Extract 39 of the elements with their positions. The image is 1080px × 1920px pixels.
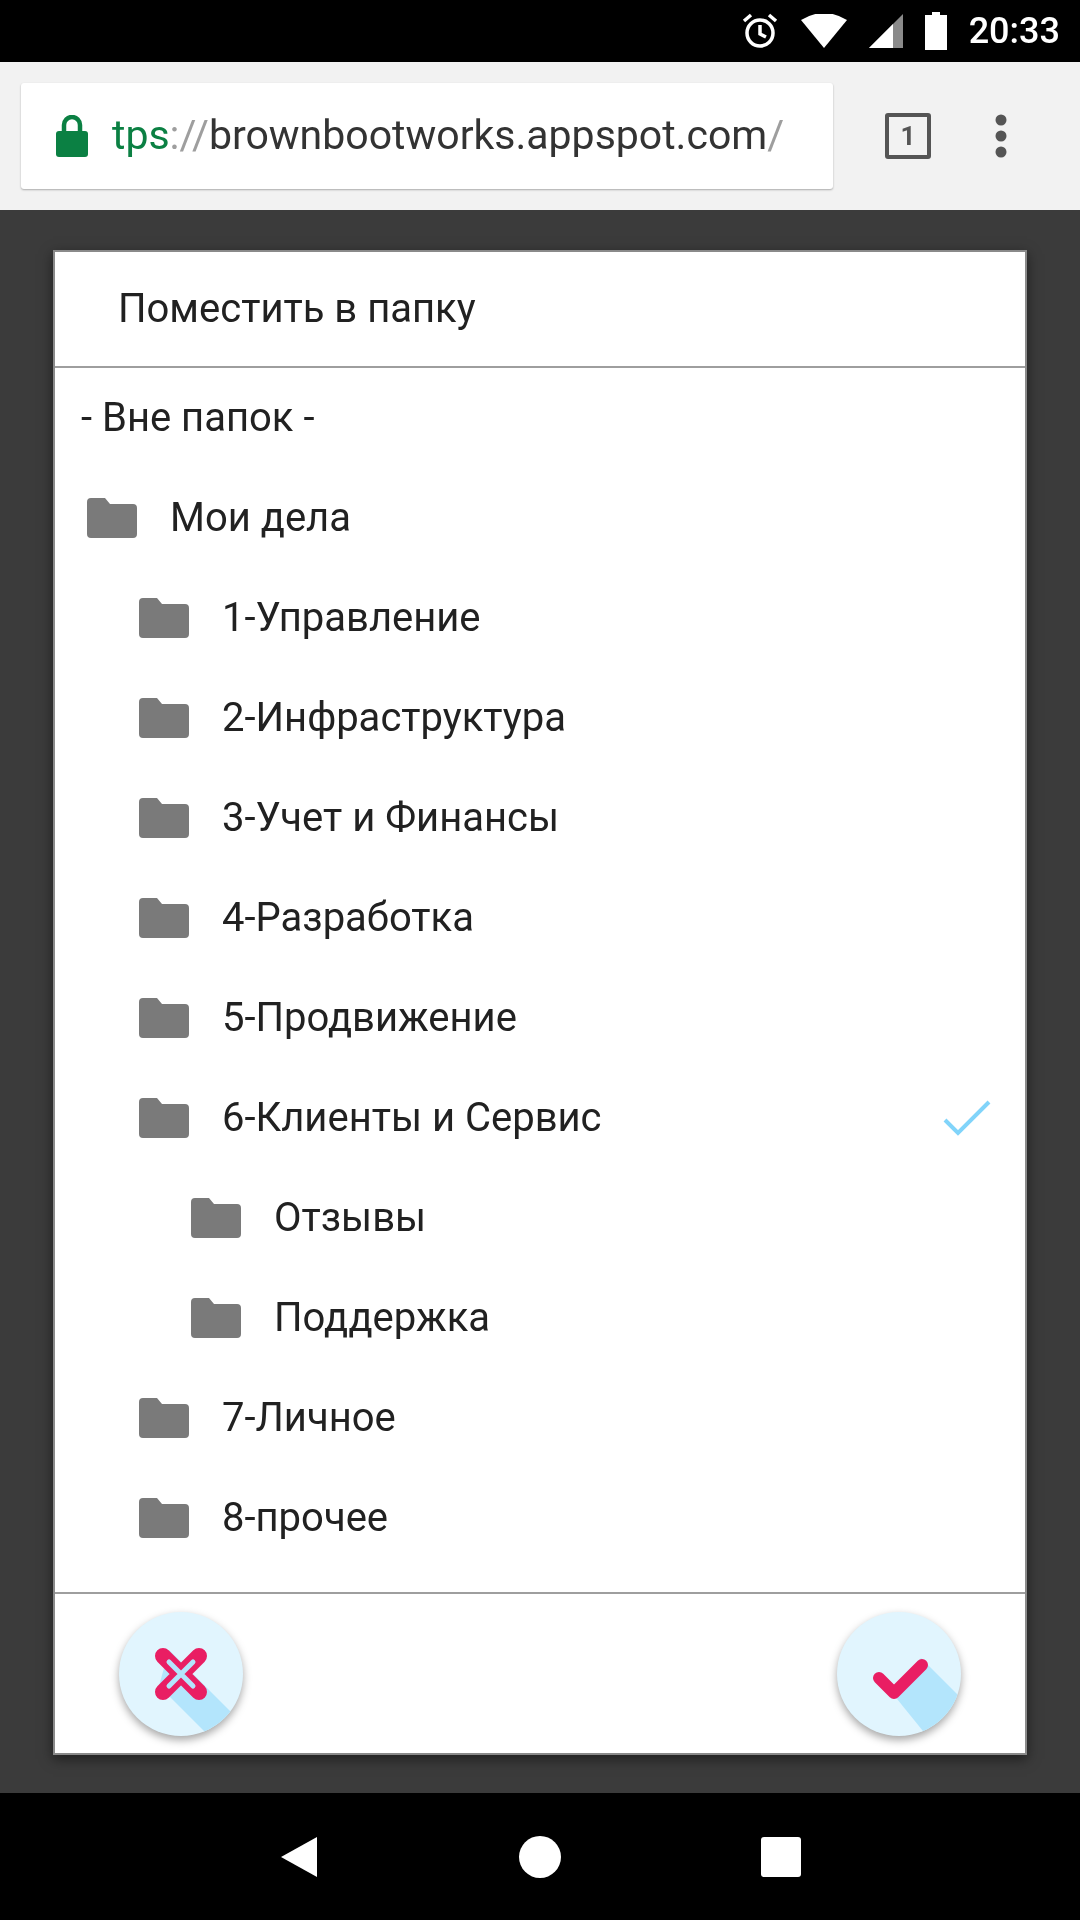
lock-icon: [56, 115, 88, 157]
back-icon[interactable]: [279, 1834, 319, 1879]
folder-icon: [191, 1298, 241, 1338]
folder-icon: [139, 898, 189, 938]
folder-list-item[interactable]: 4-Разработка: [55, 868, 1025, 968]
url-text: tps://brownbootworks.appspot.com/: [112, 110, 785, 162]
address-bar[interactable]: tps://brownbootworks.appspot.com/: [21, 83, 833, 189]
tabs-button[interactable]: 1: [885, 113, 931, 159]
cancel-button[interactable]: [119, 1611, 243, 1736]
folder-list-item[interactable]: - Вне папок -: [55, 368, 1025, 468]
battery-icon: [924, 12, 947, 50]
folder-list-item[interactable]: 3-Учет и Финансы: [55, 768, 1025, 868]
folder-list-item[interactable]: 2-Инфраструктура: [55, 668, 1025, 768]
folder-list-item[interactable]: 1-Управление: [55, 568, 1025, 668]
wifi-icon: [800, 14, 847, 48]
folder-list-item[interactable]: Отзывы: [55, 1168, 1025, 1268]
folder-list-item[interactable]: 5-Продвижение: [55, 968, 1025, 1068]
folder-icon: [139, 1398, 189, 1438]
folder-icon: [139, 1498, 189, 1538]
folder-list-item[interactable]: Поддержка: [55, 1268, 1025, 1368]
folder-icon: [139, 798, 189, 838]
signal-icon: [868, 14, 903, 48]
home-icon[interactable]: [519, 1835, 561, 1878]
folder-icon: [87, 498, 137, 538]
dialog-title: Поместить в папку: [118, 284, 476, 334]
menu-icon[interactable]: [995, 114, 1007, 158]
folder-icon: [139, 698, 189, 738]
folder-list-item[interactable]: Мои дела: [55, 468, 1025, 568]
folder-list-item[interactable]: 7-Личное: [55, 1368, 1025, 1468]
alarm-icon: [740, 12, 779, 50]
folder-icon: [139, 598, 189, 638]
folder-icon: [139, 1098, 189, 1138]
confirm-button[interactable]: [837, 1611, 961, 1736]
recents-icon[interactable]: [761, 1836, 801, 1877]
folder-list-item[interactable]: 6-Клиенты и Сервис: [55, 1068, 1025, 1168]
status-time: 20:33: [968, 9, 1060, 54]
folder-icon: [191, 1198, 241, 1238]
folder-list-item[interactable]: 8-прочее: [55, 1468, 1025, 1568]
folder-icon: [139, 998, 189, 1038]
